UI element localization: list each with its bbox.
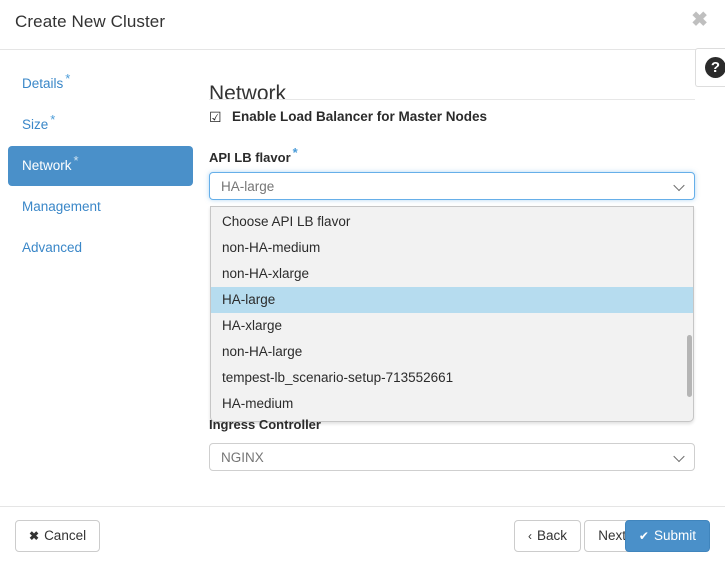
sidebar-item-management[interactable]: Management xyxy=(8,187,193,227)
help-tab-button[interactable]: ? xyxy=(695,48,725,87)
sidebar-item-label: Advanced xyxy=(22,240,83,255)
dropdown-option[interactable]: Choose API LB flavor xyxy=(211,209,693,235)
wizard-sidebar: Details * Size * Network * Management Advan… xyxy=(8,64,193,269)
close-x-icon: ✖ xyxy=(29,529,40,543)
api-lb-flavor-label: API LB flavor * xyxy=(209,146,298,165)
question-mark-icon: ? xyxy=(705,57,725,78)
dialog-body: Details * Size * Network * Management Advan… xyxy=(0,50,725,506)
sidebar-item-advanced[interactable]: Advanced xyxy=(8,228,193,268)
dropdown-option[interactable]: non-HA-medium xyxy=(211,235,693,261)
dialog-title: Create New Cluster xyxy=(15,12,166,31)
dropdown-option[interactable]: HA-xlarge xyxy=(211,313,693,339)
checkbox-checked-icon: ☑ xyxy=(209,108,222,125)
sidebar-item-details[interactable]: Details * xyxy=(8,64,193,104)
ingress-controller-label-text: Ingress Controller xyxy=(209,417,321,432)
enable-load-balancer-checkbox[interactable]: ☑ Enable Load Balancer for Master Nodes xyxy=(209,109,487,124)
dropdown-option[interactable]: HA-medium xyxy=(211,391,693,417)
dropdown-scrollbar[interactable] xyxy=(687,209,692,421)
api-lb-flavor-label-text: API LB flavor xyxy=(209,150,291,165)
api-lb-flavor-value: HA-large xyxy=(221,178,275,194)
check-icon: ✔ xyxy=(638,529,649,543)
sidebar-item-label: Size xyxy=(22,117,49,132)
required-marker: * xyxy=(73,152,79,168)
dropdown-option-selected[interactable]: HA-large xyxy=(211,287,693,313)
ingress-controller-select[interactable]: NGINX xyxy=(209,443,695,471)
close-icon[interactable]: ✖ xyxy=(687,8,712,32)
dropdown-option[interactable]: tempest-lb_scenario-setup-713552661 xyxy=(211,365,693,391)
required-marker: * xyxy=(65,70,71,86)
title-divider xyxy=(209,99,695,100)
sidebar-item-label: Management xyxy=(22,199,101,214)
dropdown-option[interactable]: non-HA-xlarge xyxy=(211,261,693,287)
sidebar-item-label: Details xyxy=(22,76,64,91)
chevron-down-icon xyxy=(675,182,684,191)
page-title: Network xyxy=(209,82,287,106)
network-pane: Network ☑ Enable Load Balancer for Maste… xyxy=(209,50,705,506)
sidebar-item-label: Network xyxy=(22,158,72,173)
back-button-label: Back xyxy=(536,528,567,543)
sidebar-item-size[interactable]: Size * xyxy=(8,105,193,145)
api-lb-flavor-dropdown[interactable]: Choose API LB flavor non-HA-medium non-H… xyxy=(210,206,694,422)
ingress-controller-value: NGINX xyxy=(221,449,264,465)
next-button-label: Next xyxy=(598,528,626,543)
chevron-left-icon: ‹ xyxy=(527,529,532,543)
required-marker: * xyxy=(50,111,56,127)
cancel-button-label: Cancel xyxy=(44,528,87,543)
dialog-footer: ✖ Cancel ‹ Back Next › ✔ Submit xyxy=(0,506,725,564)
cancel-button[interactable]: ✖ Cancel xyxy=(15,520,101,552)
api-lb-flavor-select[interactable]: HA-large xyxy=(209,172,695,200)
create-cluster-dialog: Create New Cluster ✖ Details * Size * Netw… xyxy=(0,0,725,564)
dialog-header: Create New Cluster ✖ xyxy=(0,0,725,50)
ingress-controller-label: Ingress Controller xyxy=(209,417,321,432)
required-marker: * xyxy=(292,144,298,160)
submit-button[interactable]: ✔ Submit xyxy=(624,520,710,552)
back-button[interactable]: ‹ Back xyxy=(513,520,581,552)
chevron-down-icon xyxy=(675,453,684,462)
checkbox-label: Enable Load Balancer for Master Nodes xyxy=(232,109,488,124)
submit-button-label: Submit xyxy=(653,528,696,543)
dropdown-scrollbar-thumb[interactable] xyxy=(687,335,692,397)
sidebar-item-network[interactable]: Network * xyxy=(8,146,193,186)
dropdown-option[interactable]: non-HA-large xyxy=(211,339,693,365)
